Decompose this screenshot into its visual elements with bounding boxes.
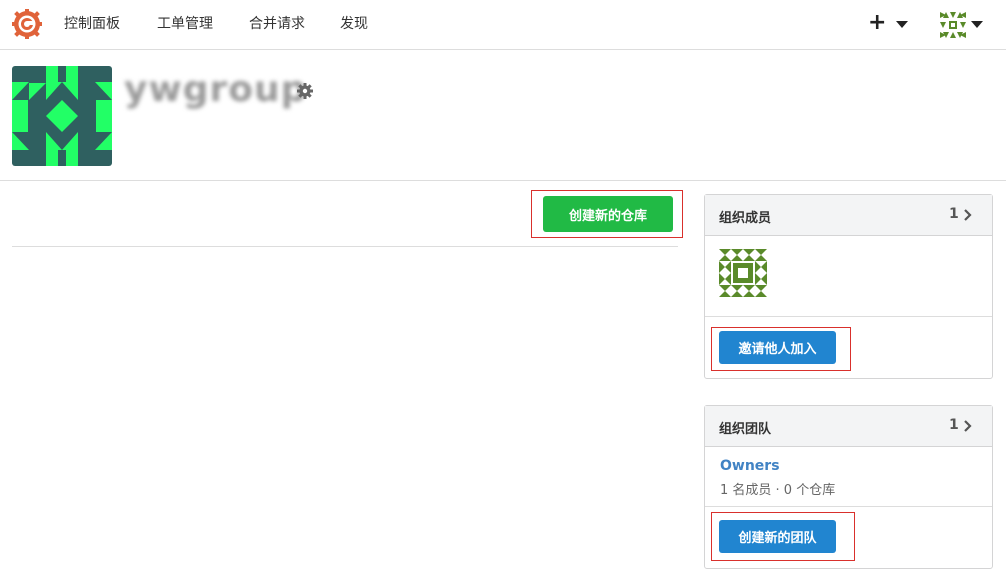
teams-panel-title: 组织团队 (719, 422, 772, 437)
team-link-owners[interactable]: Owners (720, 458, 780, 474)
user-avatar-icon[interactable] (940, 12, 966, 38)
members-panel-separator (705, 316, 992, 317)
teams-count[interactable]: 1 (949, 417, 959, 433)
chevron-right-icon[interactable] (963, 420, 972, 432)
team-meta: 1 名成员 · 0 个仓库 (720, 483, 836, 498)
create-repo-button[interactable]: 创建新的仓库 (543, 196, 673, 232)
create-menu-caret-icon[interactable] (896, 21, 908, 28)
nav-pull-requests[interactable]: 合并请求 (249, 15, 305, 33)
org-avatar (12, 66, 112, 166)
nav-dashboard[interactable]: 控制面板 (64, 15, 120, 33)
chevron-right-icon[interactable] (963, 209, 972, 221)
gitea-logo-icon[interactable] (12, 9, 42, 39)
members-panel-title: 组织成员 (719, 211, 772, 226)
user-menu-caret-icon[interactable] (971, 21, 983, 28)
nav-issues[interactable]: 工单管理 (157, 15, 213, 33)
org-header: ywgroup (0, 51, 1006, 181)
members-count[interactable]: 1 (949, 206, 959, 222)
create-menu-button[interactable]: + (868, 11, 886, 35)
invite-member-button[interactable]: 邀请他人加入 (719, 331, 836, 364)
teams-panel-separator (705, 506, 992, 507)
members-panel-header[interactable]: 组织成员 1 (705, 195, 992, 236)
org-name: ywgroup (124, 69, 308, 110)
teams-panel-header[interactable]: 组织团队 1 (705, 406, 992, 447)
nav-explore[interactable]: 发现 (340, 15, 368, 33)
gear-icon[interactable] (297, 83, 313, 99)
create-team-button[interactable]: 创建新的团队 (719, 520, 836, 553)
member-avatar[interactable] (719, 249, 767, 297)
repo-list-divider (12, 246, 678, 247)
top-navbar: 控制面板 工单管理 合并请求 发现 + (0, 0, 1006, 50)
